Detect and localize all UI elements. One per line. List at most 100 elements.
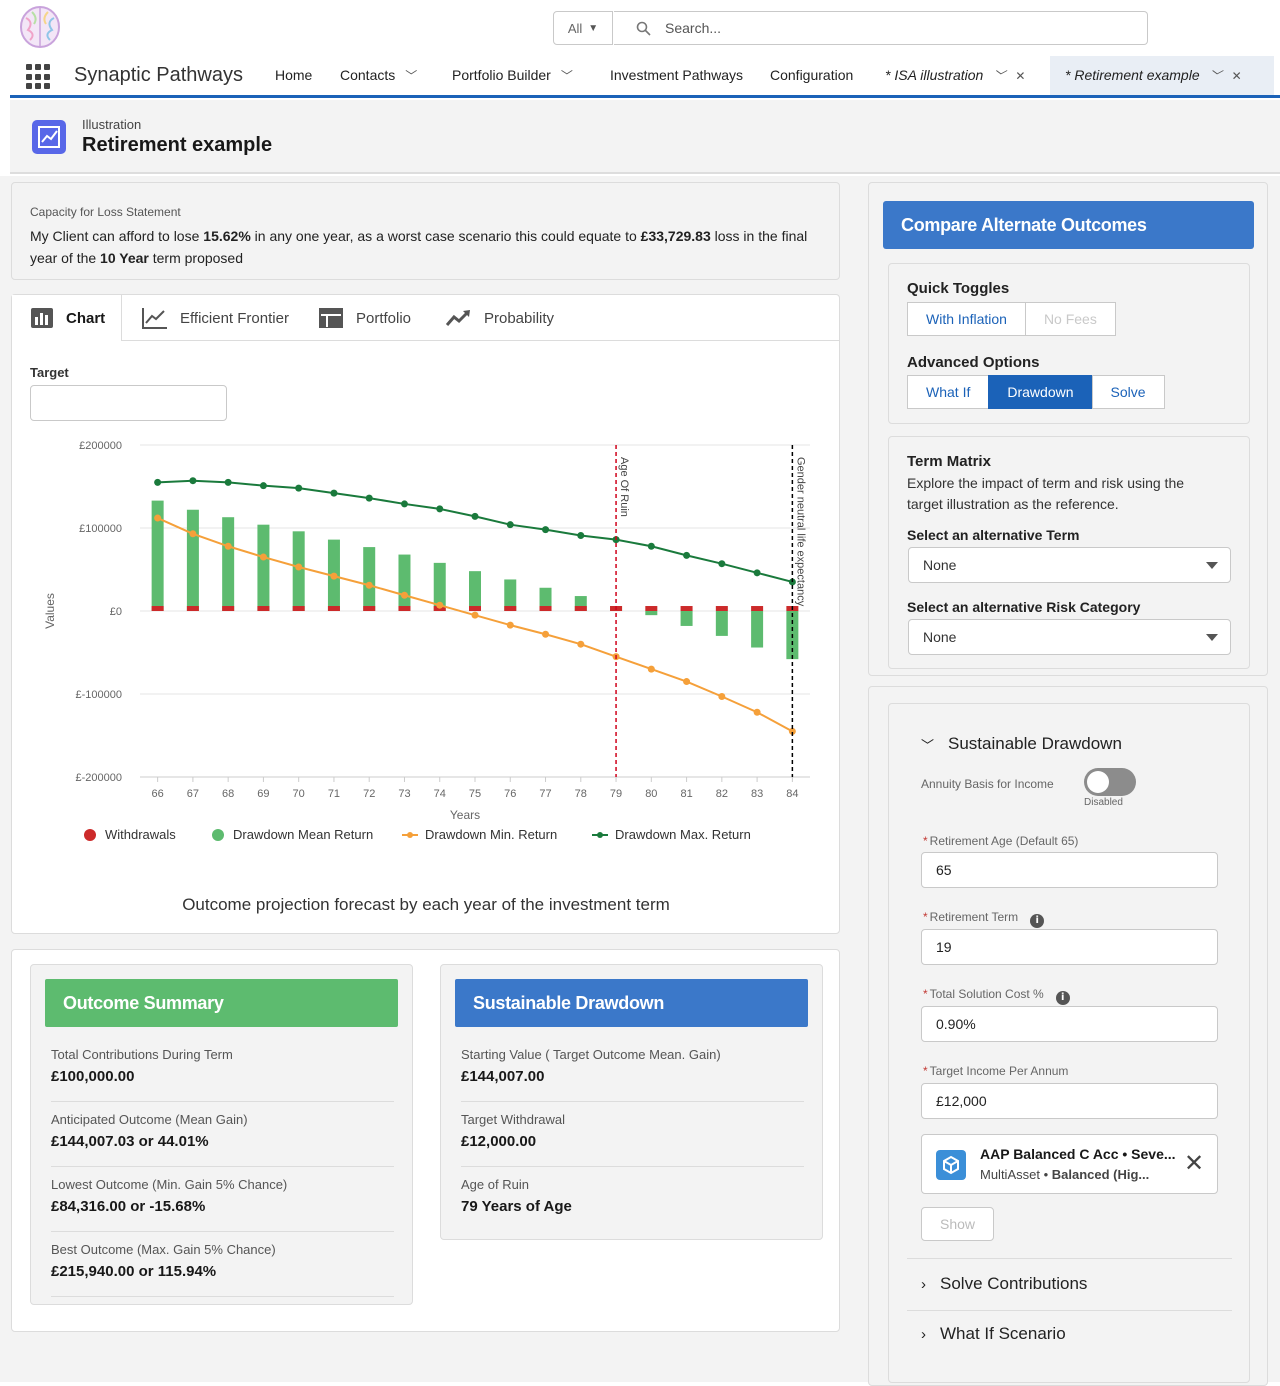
y-tick-label: £100000 — [79, 523, 122, 535]
x-tick-label: 74 — [434, 788, 446, 800]
target-input[interactable] — [30, 385, 227, 421]
retirement-age-input[interactable]: 65 — [921, 852, 1218, 888]
fund-subtitle: MultiAsset • Balanced (Hig... — [980, 1167, 1149, 1182]
solve-contributions-section[interactable]: › Solve Contributions — [921, 1274, 1087, 1294]
legend-marker — [597, 832, 603, 838]
nav-tab-isa-illustration[interactable]: * ISA illustration ﹀ ✕ — [885, 67, 1025, 84]
mean-return-bar — [645, 611, 658, 616]
nav-tab-retirement-example[interactable]: * Retirement example ﹀ ✕ — [1065, 67, 1242, 84]
alternative-term-select[interactable]: None — [908, 547, 1231, 583]
drawdown-button[interactable]: Drawdown — [988, 375, 1093, 409]
summary-value: £84,316.00 or -15.68% — [51, 1198, 206, 1215]
series-point — [471, 611, 479, 619]
withdrawal-bar — [222, 606, 235, 611]
summary-label: Target Withdrawal — [461, 1112, 566, 1127]
annuity-toggle[interactable] — [1084, 768, 1136, 796]
with-inflation-button[interactable]: With Inflation — [907, 302, 1026, 336]
tab-chart[interactable]: Chart — [12, 295, 122, 341]
solution-cost-input[interactable]: 0.90% — [921, 1006, 1218, 1042]
y-tick-label: £0 — [110, 606, 122, 618]
nav-label: * ISA illustration — [885, 67, 984, 83]
no-fees-button[interactable]: No Fees — [1024, 302, 1116, 336]
fund-pill[interactable]: AAP Balanced C Acc • Seve... MultiAsset … — [921, 1134, 1218, 1194]
label-text: Target Income Per Annum — [929, 1064, 1069, 1078]
app-name: Synaptic Pathways — [74, 64, 243, 86]
tab-efficient-frontier[interactable]: Efficient Frontier — [142, 295, 289, 341]
info-icon[interactable]: i — [1030, 914, 1045, 928]
what-if-button[interactable]: What If — [907, 375, 990, 409]
summary-label: Total Contributions During Term — [51, 1047, 233, 1062]
series-point — [718, 560, 726, 568]
advanced-options-group: What If Drawdown Solve — [907, 375, 1165, 409]
mean-return-bar — [398, 554, 411, 611]
series-point — [154, 478, 162, 486]
summary-item: Lowest Outcome (Min. Gain 5% Chance) £84,… — [51, 1177, 394, 1232]
tab-portfolio[interactable]: Portfolio — [318, 295, 411, 341]
solve-button[interactable]: Solve — [1091, 375, 1165, 409]
chevron-down-icon[interactable]: ﹀ — [1210, 69, 1222, 83]
options-card: Quick Toggles With Inflation No Fees Adv… — [888, 263, 1250, 424]
show-button[interactable]: Show — [921, 1207, 994, 1241]
series-point — [330, 572, 338, 580]
chevron-down-icon[interactable]: ﹀ — [405, 69, 417, 83]
chevron-down-icon[interactable]: ﹀ — [561, 69, 573, 83]
section-title: What If Scenario — [940, 1324, 1066, 1343]
x-tick-label: 80 — [645, 788, 657, 800]
chevron-down-icon: ▼ — [588, 22, 599, 34]
select-value: None — [923, 557, 957, 573]
sustainable-drawdown-section[interactable]: ﹀ Sustainable Drawdown — [921, 734, 1122, 754]
advanced-options-label: Advanced Options — [907, 354, 1040, 371]
y-tick-label: £-100000 — [76, 689, 123, 701]
section-title: Sustainable Drawdown — [948, 734, 1122, 753]
retirement-term-input[interactable]: 19 — [921, 929, 1218, 965]
series-point — [365, 494, 373, 502]
nav-item-home[interactable]: Home — [275, 67, 312, 83]
tab-label: Portfolio — [356, 309, 412, 327]
nav-item-configuration[interactable]: Configuration — [770, 67, 853, 83]
y-axis-label: Values — [43, 593, 57, 629]
tab-probability[interactable]: Probability — [446, 295, 554, 341]
fund-sub-bold: Balanced (Hig... — [1051, 1167, 1150, 1182]
withdrawal-bar — [151, 606, 164, 611]
chevron-right-icon: › — [921, 1325, 926, 1343]
close-icon[interactable]: ✕ — [1015, 69, 1025, 83]
close-icon[interactable]: ✕ — [1232, 69, 1242, 83]
capacity-text: term proposed — [148, 250, 244, 266]
search-icon — [636, 21, 651, 36]
info-icon[interactable]: i — [1055, 991, 1070, 1005]
chart-tab-bar: Chart Efficient Frontier Portfolio Proba… — [12, 295, 840, 341]
y-tick-label: £200000 — [79, 440, 122, 452]
sustainable-drawdown-card: Sustainable Drawdown Starting Value ( Ta… — [440, 964, 823, 1240]
summary-label: Starting Value ( Target Outcome Mean. Ga… — [461, 1047, 721, 1062]
annuity-state: Disabled — [1084, 797, 1123, 808]
alternative-term-label: Select an alternative Term — [907, 527, 1080, 543]
summary-item: Age of Ruin 79 Years of Age — [461, 1177, 804, 1232]
chevron-down-icon[interactable]: ﹀ — [993, 69, 1005, 83]
nav-label: Contacts — [340, 67, 396, 83]
nav-label: Configuration — [770, 67, 854, 83]
summary-item: Target Withdrawal £12,000.00 — [461, 1112, 804, 1167]
divider — [907, 1310, 1232, 1311]
summary-value: £12,000.00 — [461, 1133, 537, 1150]
capacity-for-loss-card: Capacity for Loss Statement My Client ca… — [11, 182, 840, 280]
what-if-scenario-section[interactable]: › What If Scenario — [921, 1324, 1066, 1344]
search-input[interactable]: Search... — [614, 11, 1148, 45]
nav-item-portfolio-builder[interactable]: Portfolio Builder ﹀ — [452, 67, 573, 84]
target-income-input[interactable]: £12,000 — [921, 1083, 1218, 1119]
nav-item-contacts[interactable]: Contacts ﹀ — [340, 67, 417, 84]
alternative-risk-select[interactable]: None — [908, 619, 1231, 655]
fund-sub-text: MultiAsset • — [980, 1167, 1052, 1182]
x-tick-label: 76 — [504, 788, 516, 800]
series-line — [157, 479, 793, 583]
series-point — [542, 526, 550, 534]
remove-fund-icon[interactable]: ✕ — [1184, 1149, 1204, 1178]
solution-cost-label: * Total Solution Cost % i — [923, 987, 1070, 1005]
app-launcher-icon[interactable] — [26, 64, 52, 90]
legend-marker — [407, 832, 413, 838]
compare-alternate-outcomes-button[interactable]: Compare Alternate Outcomes — [883, 201, 1254, 249]
nav-item-investment-pathways[interactable]: Investment Pathways — [610, 67, 743, 83]
withdrawal-bar — [327, 606, 340, 611]
series-point — [647, 665, 655, 673]
search-scope-dropdown[interactable]: All ▼ — [553, 11, 613, 45]
legend-marker — [84, 829, 96, 841]
